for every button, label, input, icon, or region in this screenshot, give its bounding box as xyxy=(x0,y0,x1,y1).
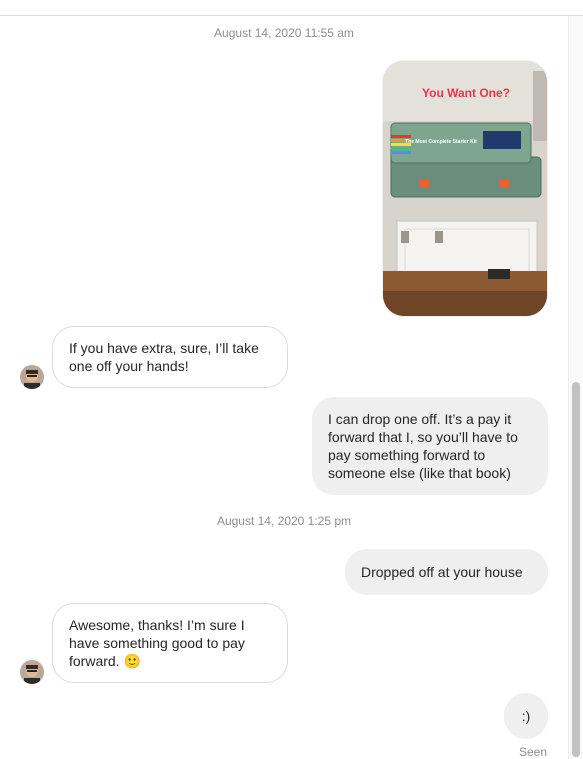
message-line: Dropped off at your house xyxy=(361,564,523,580)
scrollbar-thumb[interactable] xyxy=(572,382,580,757)
message-line: Awesome, thanks! I’m sure I xyxy=(69,617,245,633)
story-overlay-text: You Want One? xyxy=(422,86,510,100)
timestamp: August 14, 2020 1:25 pm xyxy=(216,514,352,528)
avatar[interactable] xyxy=(20,365,44,389)
message-line: have something good to pay xyxy=(69,635,245,651)
top-bar xyxy=(0,0,583,16)
message-line: one off your hands! xyxy=(69,358,189,374)
outgoing-message[interactable]: I can drop one off. It’s a pay it forwar… xyxy=(312,397,548,495)
outgoing-message[interactable]: Dropped off at your house xyxy=(345,549,548,595)
message-line: :) xyxy=(521,708,531,724)
scrollbar[interactable] xyxy=(568,16,583,759)
message-line: forward that I, so you’ll have to xyxy=(328,429,518,445)
seen-receipt: Seen xyxy=(519,745,548,759)
timestamp: August 14, 2020 11:55 am xyxy=(214,26,354,40)
message-line: If you have extra, sure, I’ll take xyxy=(69,340,259,356)
shared-story-image[interactable]: You Want One? The Most Complete Starter … xyxy=(382,60,548,317)
avatar[interactable] xyxy=(20,660,44,684)
story-photo: You Want One? The Most Complete Starter … xyxy=(383,61,547,316)
message-line: someone else (like that book) xyxy=(328,465,511,481)
outgoing-message[interactable]: :) xyxy=(504,693,548,739)
message-line: I can drop one off. It’s a pay it xyxy=(328,411,512,427)
message-line: forward. 🙂 xyxy=(69,653,141,669)
incoming-message[interactable]: If you have extra, sure, I’ll take one o… xyxy=(52,326,288,388)
story-box-label: The Most Complete Starter Kit xyxy=(405,139,477,145)
message-line: pay something forward to xyxy=(328,447,486,463)
message-thread[interactable]: August 14, 2020 11:55 am You Want One? T… xyxy=(0,16,568,759)
incoming-message[interactable]: Awesome, thanks! I’m sure I have somethi… xyxy=(52,603,288,683)
